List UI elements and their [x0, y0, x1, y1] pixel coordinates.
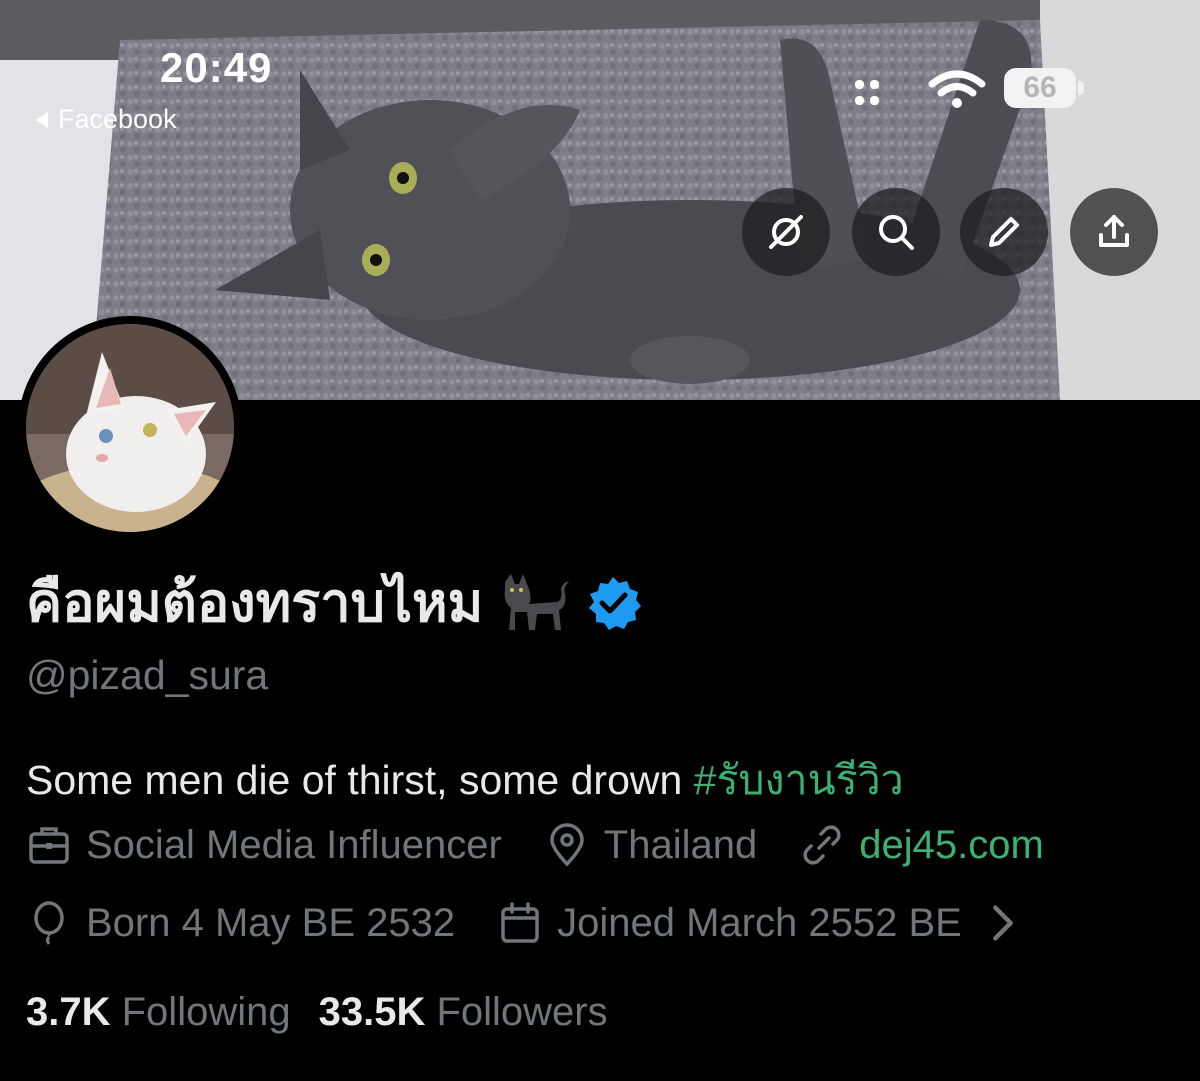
verified-badge-icon[interactable] [585, 574, 642, 630]
battery-level: 66 [1004, 68, 1076, 108]
briefcase-icon [29, 827, 69, 864]
share-icon [1099, 215, 1129, 247]
pencil-icon [989, 217, 1019, 247]
profile-meta-row-2: Born 4 May BE 2532 Joined March 2552 BE [26, 900, 1040, 946]
edit-button[interactable] [960, 188, 1048, 276]
display-name: คือผมต้องทราบไหม [26, 571, 484, 634]
profile-joined[interactable]: Joined March 2552 BE [497, 900, 1040, 946]
calendar-icon [501, 902, 539, 943]
following-link[interactable]: 3.7K Following [26, 990, 291, 1035]
profile-location: Thailand [544, 822, 757, 868]
back-arrow-icon [36, 111, 48, 128]
location-pin-icon [550, 823, 584, 867]
profile-birthday: Born 4 May BE 2532 [26, 900, 455, 946]
share-button[interactable] [1070, 188, 1158, 276]
cellular-dots-icon [855, 80, 879, 105]
profile-handle: @pizad_sura [26, 652, 269, 698]
bio-hashtag-link[interactable]: #รับงานรีวิว [694, 757, 904, 803]
category-text: Social Media Influencer [86, 822, 502, 867]
status-time: 20:49 [160, 44, 273, 91]
black-cat-emoji-icon [504, 574, 570, 630]
battery-nub [1078, 81, 1084, 95]
profile-website[interactable]: dej45.com [799, 822, 1044, 868]
link-icon [803, 825, 841, 865]
bio-text: Some men die of thirst, some drown [26, 757, 694, 803]
grok-button[interactable] [742, 188, 830, 276]
location-text: Thailand [603, 822, 758, 867]
search-icon [879, 215, 914, 250]
back-to-app-link[interactable]: Facebook [36, 104, 177, 135]
search-button[interactable] [852, 188, 940, 276]
battery-indicator: 66 [1004, 68, 1084, 108]
followers-link[interactable]: 33.5K Followers [319, 990, 608, 1035]
website-link[interactable]: dej45.com [859, 823, 1044, 868]
back-app-label: Facebook [58, 104, 177, 134]
profile-avatar[interactable] [18, 316, 242, 540]
wifi-icon [928, 70, 986, 108]
followers-count: 33.5K [318, 990, 426, 1034]
birthday-text: Born 4 May BE 2532 [86, 900, 456, 945]
chevron-right-icon [992, 905, 1013, 941]
joined-text: Joined March 2552 BE [557, 900, 962, 945]
grok-icon [769, 215, 803, 249]
followers-label: Followers [436, 990, 608, 1034]
following-label: Following [121, 990, 291, 1034]
profile-category: Social Media Influencer [26, 822, 502, 868]
following-count: 3.7K [26, 990, 111, 1034]
profile-name-row: คือผมต้องทราบไหม [26, 566, 642, 638]
profile-stats: 3.7K Following 33.5K Followers [26, 990, 636, 1035]
status-bar: 20:49 Facebook 66 [0, 0, 1200, 140]
profile-bio: Some men die of thirst, some drown #รับง… [26, 748, 904, 813]
profile-meta-row-1: Social Media Influencer Thailand dej45.c… [26, 822, 1086, 868]
balloon-icon [34, 901, 64, 945]
avatar-white-cat-image [26, 324, 234, 532]
